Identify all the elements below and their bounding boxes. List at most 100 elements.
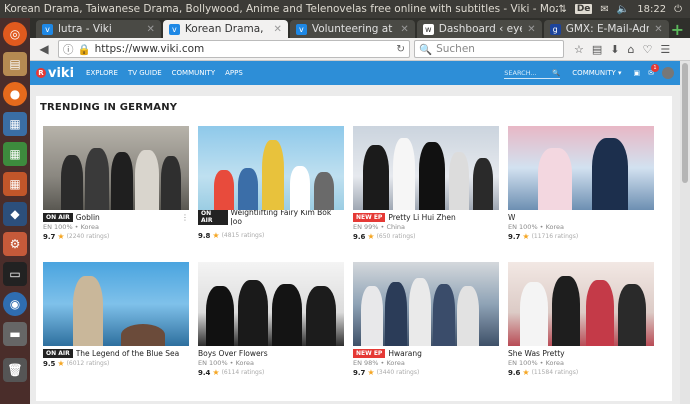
trash-icon[interactable]: 🗑 [3, 358, 27, 382]
bookmark-star-icon[interactable]: ☆ [574, 43, 584, 56]
show-thumbnail[interactable] [198, 262, 344, 346]
nav-apps[interactable]: APPS [225, 69, 243, 77]
close-tab-icon[interactable]: ✕ [400, 24, 408, 35]
network-globe-icon[interactable]: ◉ [3, 292, 27, 316]
close-tab-icon[interactable]: ✕ [654, 24, 662, 35]
show-thumbnail[interactable] [43, 262, 189, 346]
back-button[interactable]: ◀ [34, 40, 54, 58]
show-thumbnail[interactable] [508, 262, 654, 346]
tab-volunteering[interactable]: v Volunteering at ... ✕ [289, 20, 415, 38]
ubuntu-dash-icon[interactable]: ◎ [3, 22, 27, 46]
disk-icon[interactable]: ▬ [3, 322, 27, 346]
show-rating: 9.6 ★ (650 ratings) [353, 232, 416, 241]
community-dropdown[interactable]: COMMUNITY ▾ [572, 69, 621, 77]
firefox-icon[interactable]: ● [3, 82, 27, 106]
info-icon[interactable]: ⓘ [63, 42, 74, 57]
nav-tv-guide[interactable]: TV GUIDE [128, 69, 162, 77]
show-thumbnail[interactable] [198, 126, 344, 210]
calc-icon[interactable]: ▦ [3, 142, 27, 166]
ubuntu-launcher: ◎ ▤ ● ▦ ▦ ▦ ◆ ⚙ ▭ ◉ ▬ 🗑 [0, 18, 30, 404]
viki-favicon-icon: v [295, 23, 307, 35]
show-card[interactable]: NEW EP Hwarang EN 98% • Korea 9.7 ★ (3440 r… [353, 262, 499, 392]
close-tab-icon[interactable]: ✕ [527, 24, 535, 35]
show-thumbnail[interactable] [43, 126, 189, 210]
show-title[interactable]: W [508, 213, 515, 222]
show-card[interactable]: ON AIR Weightlifting Fairy Kim Bok Joo 9.… [198, 126, 344, 256]
scrollbar-thumb[interactable] [682, 63, 688, 183]
show-info: EN 100% • Korea [508, 223, 565, 231]
tab-gmx[interactable]: g GMX: E-Mail-Adr... ✕ [543, 20, 669, 38]
search-input[interactable]: 🔍 Suchen [414, 40, 564, 58]
show-card[interactable]: Boys Over Flowers EN 100% • Korea 9.4 ★ (6… [198, 262, 344, 392]
show-title[interactable]: Boys Over Flowers [198, 349, 268, 358]
mail-icon[interactable]: ✉ [600, 4, 608, 15]
network-icon[interactable]: ⇅ [558, 4, 566, 15]
writer-icon[interactable]: ▦ [3, 112, 27, 136]
nav-explore[interactable]: EXPLORE [86, 69, 118, 77]
volume-icon[interactable]: 🔈 [617, 4, 629, 15]
wordpress-favicon-icon: w [422, 23, 434, 35]
bookmarks-list-icon[interactable]: ▤ [592, 43, 602, 56]
star-icon: ★ [367, 368, 375, 377]
more-options-icon[interactable]: ⋮ [181, 213, 189, 222]
show-title[interactable]: Hwarang [388, 349, 422, 358]
tv-icon[interactable]: ▣ [634, 69, 641, 77]
show-card[interactable]: ON AIR Goblin ⋮ EN 100% • Korea 9.7 ★ (2240 … [43, 126, 189, 256]
files-icon[interactable]: ▤ [3, 52, 27, 76]
show-grid: ON AIR Goblin ⋮ EN 100% • Korea 9.7 ★ (2240 … [43, 126, 663, 392]
viki-favicon-icon: v [42, 23, 53, 35]
new-tab-plus-icon[interactable]: + [671, 20, 690, 39]
messages-icon[interactable]: ✉ 1 [648, 64, 659, 77]
close-tab-icon[interactable]: ✕ [147, 24, 155, 35]
keyboard-layout-indicator[interactable]: De [574, 4, 593, 14]
security-shield-icon[interactable]: ◆ [3, 202, 27, 226]
close-tab-icon[interactable]: ✕ [273, 24, 281, 35]
tab-korean-drama[interactable]: v Korean Drama, ... ✕ [162, 20, 288, 38]
power-icon[interactable]: ⏻ [674, 4, 682, 15]
url-bar[interactable]: ⓘ 🔒 https://www.viki.com ↻ [58, 40, 410, 58]
url-text[interactable]: https://www.viki.com [95, 43, 393, 55]
show-card[interactable]: She Was Pretty EN 100% • Korea 9.6 ★ (1158… [508, 262, 654, 392]
show-title[interactable]: She Was Pretty [508, 349, 565, 358]
show-title[interactable]: Weightlifting Fairy Kim Bok Joo [231, 208, 344, 226]
show-rating: 9.7 ★ (3440 ratings) [353, 368, 420, 377]
avatar[interactable] [662, 67, 674, 79]
show-card[interactable]: NEW EP Pretty Li Hui Zhen EN 99% • China … [353, 126, 499, 256]
star-icon: ★ [57, 359, 65, 368]
status-badge: NEW EP [353, 348, 386, 358]
show-title[interactable]: The Legend of the Blue Sea [76, 349, 180, 358]
pocket-icon[interactable]: ♡ [642, 43, 652, 56]
gmx-favicon-icon: g [549, 23, 561, 35]
menu-icon[interactable]: ☰ [660, 43, 670, 56]
show-info: EN 100% • Korea [43, 223, 100, 231]
terminal-icon[interactable]: ▭ [3, 262, 27, 286]
viki-search-input[interactable]: SEARCH... 🔍 [504, 67, 561, 79]
show-card[interactable]: ON AIR The Legend of the Blue Sea 9.5 ★ (60… [43, 262, 189, 392]
reload-icon[interactable]: ↻ [396, 43, 405, 55]
viki-page: R viki EXPLORE TV GUIDE COMMUNITY APPS S… [30, 61, 680, 404]
impress-icon[interactable]: ▦ [3, 172, 27, 196]
tab-lutra[interactable]: v lutra - Viki ✕ [36, 20, 161, 38]
nav-community[interactable]: COMMUNITY [172, 69, 215, 77]
download-icon[interactable]: ⬇ [610, 43, 619, 56]
show-thumbnail[interactable] [508, 126, 654, 210]
page-scrollbar[interactable] [680, 61, 690, 404]
settings-icon[interactable]: ⚙ [3, 232, 27, 256]
search-icon[interactable]: 🔍 [552, 69, 560, 77]
tab-dashboard[interactable]: w Dashboard ‹ eye... ✕ [416, 20, 542, 38]
status-badge: ON AIR [43, 348, 73, 358]
viki-logo[interactable]: R viki [36, 66, 74, 81]
show-thumbnail[interactable] [353, 126, 499, 210]
show-rating: 9.6 ★ (11584 ratings) [508, 368, 579, 377]
clock[interactable]: 18:22 [637, 4, 666, 15]
show-info: EN 100% • Korea [198, 359, 255, 367]
show-title[interactable]: Goblin [76, 213, 100, 222]
show-rating: 9.5 ★ (6012 ratings) [43, 359, 110, 368]
show-thumbnail[interactable] [353, 262, 499, 346]
star-icon: ★ [367, 232, 375, 241]
show-title[interactable]: Pretty Li Hui Zhen [388, 213, 455, 222]
lock-icon: 🔒 [77, 43, 91, 56]
toolbar-icons: ☆ ▤ ⬇ ⌂ ♡ ☰ [574, 43, 670, 56]
home-icon[interactable]: ⌂ [628, 43, 635, 56]
show-card[interactable]: W EN 100% • Korea 9.7 ★ (11716 ratings) [508, 126, 654, 256]
